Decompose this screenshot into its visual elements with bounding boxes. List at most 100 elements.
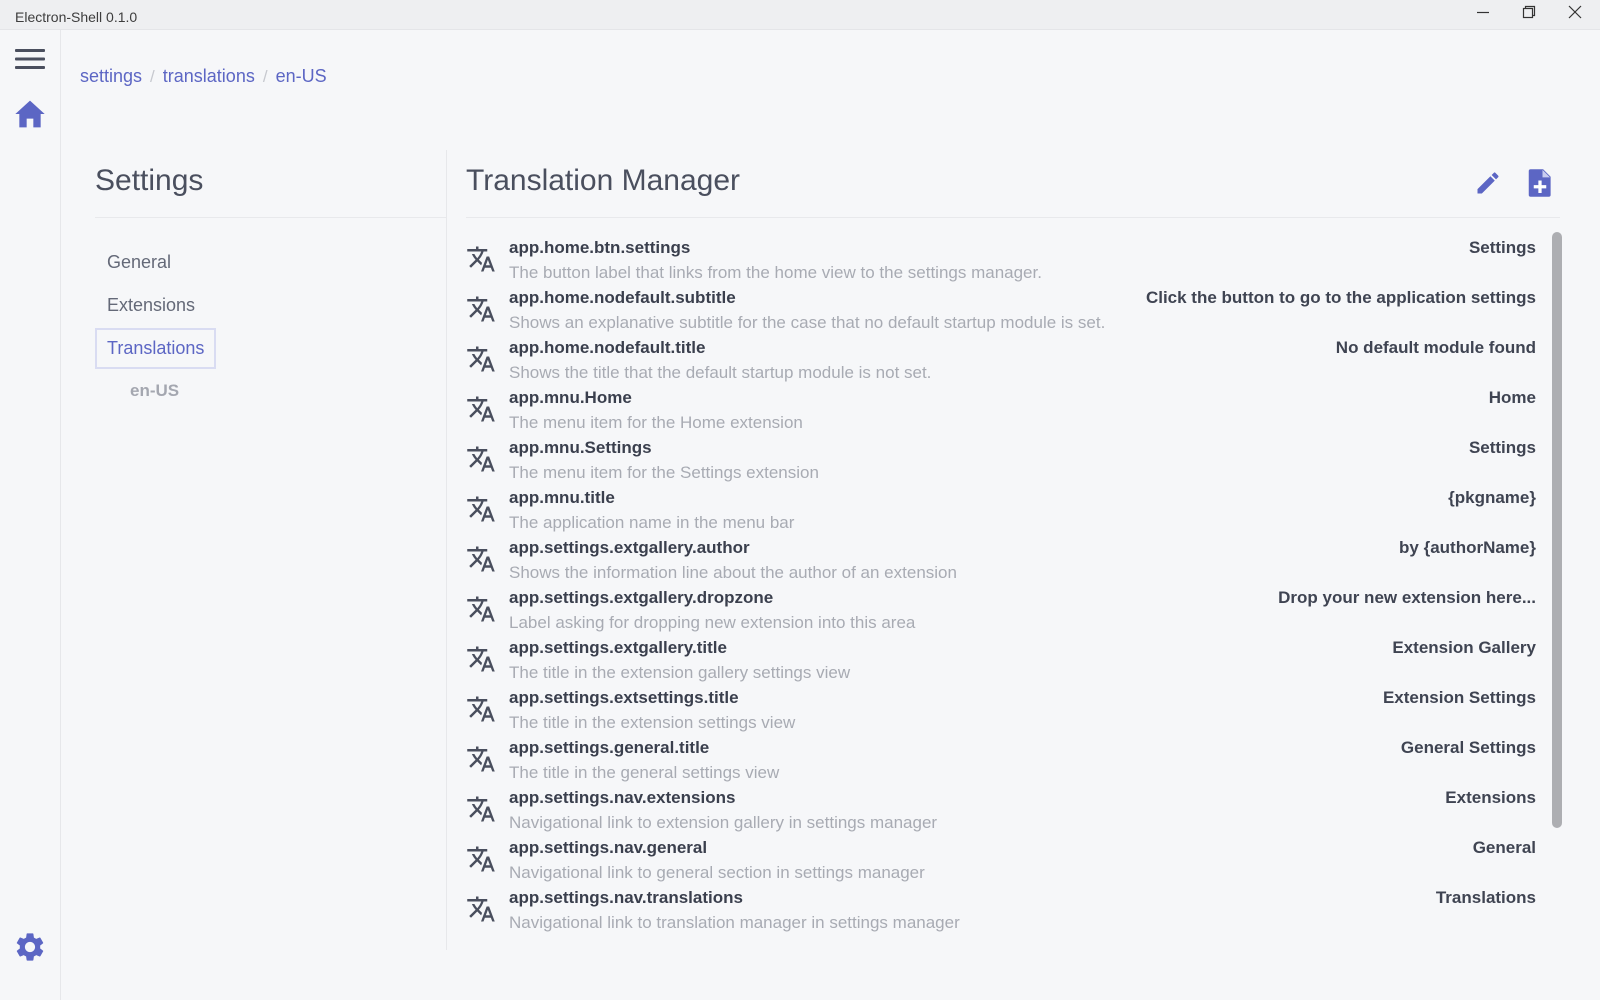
translate-icon (467, 496, 495, 522)
translation-list: app.home.btn.settings The button label t… (466, 238, 1536, 938)
settings-sidebar: Settings General Extensions Translations… (95, 150, 447, 950)
translation-description: Shows the title that the default startup… (509, 363, 932, 382)
translation-value: Translations (1435, 888, 1536, 907)
translation-value: General Settings (1400, 738, 1536, 757)
gear-icon (16, 933, 44, 961)
breadcrumb: settings / translations / en-US (80, 66, 327, 87)
translation-key: app.home.nodefault.title (509, 338, 706, 357)
translation-description: The menu item for the Home extension (509, 413, 803, 432)
translation-key: app.settings.extsettings.title (509, 688, 739, 707)
translation-value: Click the button to go to the applicatio… (1145, 288, 1536, 307)
translation-description: The button label that links from the hom… (509, 263, 1042, 282)
translate-icon (467, 796, 495, 822)
translation-key: app.mnu.Settings (509, 438, 652, 457)
translation-description: The title in the general settings view (509, 763, 780, 782)
nav-item-translations[interactable]: Translations (95, 328, 217, 369)
translate-icon (467, 596, 495, 622)
translation-row[interactable]: app.settings.extgallery.title The title … (466, 638, 1536, 688)
breadcrumb-translations[interactable]: translations (163, 66, 255, 87)
translate-icon (467, 546, 495, 572)
translation-description: Navigational link to general section in … (509, 863, 925, 882)
window-title: Electron-Shell 0.1.0 (15, 9, 138, 25)
translation-description: Navigational link to extension gallery i… (509, 813, 938, 832)
close-icon (1568, 5, 1582, 19)
page-title: Translation Manager (466, 164, 741, 197)
translation-key: app.mnu.title (509, 488, 615, 507)
add-translation-button[interactable] (1524, 167, 1556, 199)
translate-icon (467, 646, 495, 672)
menu-button[interactable] (13, 42, 47, 76)
nav-subitem-en-us[interactable]: en-US (95, 371, 446, 401)
scrollbar-thumb[interactable] (1552, 232, 1562, 828)
restore-button[interactable] (1506, 0, 1552, 24)
settings-button[interactable] (13, 930, 47, 964)
translation-row[interactable]: app.home.btn.settings The button label t… (466, 238, 1536, 288)
translation-description: Navigational link to translation manager… (509, 913, 960, 932)
translation-description: Label asking for dropping new extension … (509, 613, 916, 632)
translation-row[interactable]: app.home.nodefault.title Shows the title… (466, 338, 1536, 388)
translation-value: {pkgname} (1448, 488, 1536, 507)
breadcrumb-separator: / (150, 66, 155, 86)
translation-value: General (1472, 838, 1536, 857)
breadcrumb-settings[interactable]: settings (80, 66, 142, 87)
file-plus-icon (1528, 169, 1551, 197)
translate-icon (467, 846, 495, 872)
translation-description: The title in the extension gallery setti… (509, 663, 851, 682)
translation-value: Extensions (1445, 788, 1536, 807)
translation-key: app.settings.general.title (509, 738, 710, 757)
translation-key: app.mnu.Home (509, 388, 632, 407)
translation-key: app.settings.nav.translations (509, 888, 743, 907)
translation-row[interactable]: app.settings.extgallery.author Shows the… (466, 538, 1536, 588)
translation-value: Settings (1468, 438, 1536, 457)
home-button[interactable] (13, 97, 47, 131)
translation-value: No default module found (1335, 338, 1536, 357)
translation-value: Home (1488, 388, 1536, 407)
translation-key: app.settings.nav.general (509, 838, 708, 857)
nav-item-general[interactable]: General (95, 242, 183, 283)
translation-key: app.settings.extgallery.dropzone (509, 588, 774, 607)
home-icon (15, 100, 45, 128)
translate-icon (467, 296, 495, 322)
translate-icon (467, 696, 495, 722)
translation-key: app.home.nodefault.subtitle (509, 288, 736, 307)
minimize-button[interactable] (1460, 0, 1506, 24)
translation-key: app.settings.extgallery.title (509, 638, 727, 657)
translation-row[interactable]: app.settings.extgallery.dropzone Label a… (466, 588, 1536, 638)
panel-header: Translation Manager (466, 150, 1560, 218)
translation-row[interactable]: app.settings.nav.extensions Navigational… (466, 788, 1536, 838)
translation-key: app.home.btn.settings (509, 238, 691, 257)
translation-row[interactable]: app.settings.nav.translations Navigation… (466, 888, 1536, 938)
translation-row[interactable]: app.mnu.Settings The menu item for the S… (466, 438, 1536, 488)
icon-rail (0, 30, 61, 1000)
translation-value: Drop your new extension here... (1278, 588, 1536, 607)
translation-description: The title in the extension settings view (509, 713, 796, 732)
translation-row[interactable]: app.settings.extsettings.title The title… (466, 688, 1536, 738)
translation-description: Shows an explanative subtitle for the ca… (509, 313, 1106, 332)
close-button[interactable] (1552, 0, 1598, 24)
translation-key: app.settings.extgallery.author (509, 538, 750, 557)
translation-key: app.settings.nav.extensions (509, 788, 736, 807)
translation-row[interactable]: app.mnu.Home The menu item for the Home … (466, 388, 1536, 438)
translation-value: Extension Settings (1382, 688, 1536, 707)
breadcrumb-en-us[interactable]: en-US (276, 66, 327, 87)
settings-nav: General Extensions Translations en-US (95, 242, 446, 401)
translation-manager-panel: Translation Manager app.home.btn.setting… (466, 150, 1562, 950)
translation-row[interactable]: app.mnu.title The application name in th… (466, 488, 1536, 538)
translation-description: The application name in the menu bar (509, 513, 795, 532)
translate-icon (467, 446, 495, 472)
nav-item-extensions[interactable]: Extensions (95, 285, 207, 326)
minimize-icon (1477, 11, 1489, 14)
pencil-icon (1477, 172, 1499, 194)
translate-icon (467, 246, 495, 272)
scrollbar[interactable] (1552, 232, 1562, 828)
hamburger-icon (15, 49, 45, 69)
edit-button[interactable] (1472, 167, 1504, 199)
translation-value: Settings (1468, 238, 1536, 257)
translation-description: Shows the information line about the aut… (509, 563, 957, 582)
translation-row[interactable]: app.settings.general.title The title in … (466, 738, 1536, 788)
translation-row[interactable]: app.settings.nav.general Navigational li… (466, 838, 1536, 888)
translation-description: The menu item for the Settings extension (509, 463, 819, 482)
translation-row[interactable]: app.home.nodefault.subtitle Shows an exp… (466, 288, 1536, 338)
translation-value: by {authorName} (1399, 538, 1536, 557)
translate-icon (467, 346, 495, 372)
